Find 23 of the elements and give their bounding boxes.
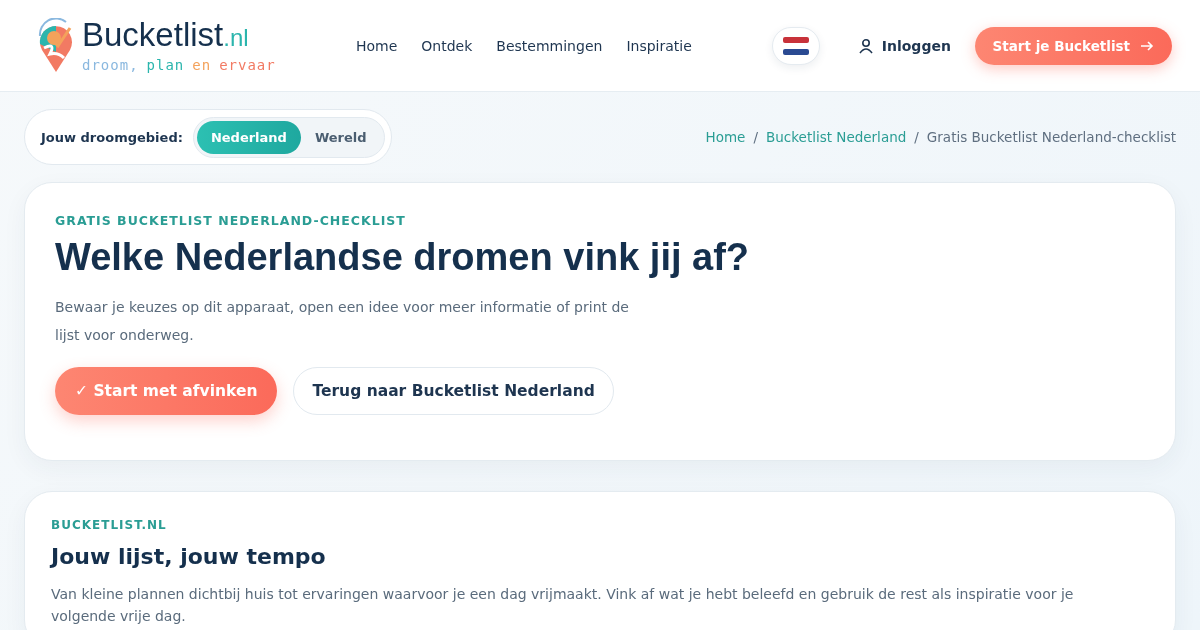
breadcrumb-separator: /: [914, 129, 919, 145]
eyebrow-label: BUCKETLIST.NL: [51, 518, 168, 532]
section-title: Jouw lijst, jouw tempo: [51, 544, 327, 569]
dutch-flag-icon: [782, 36, 809, 55]
arrow-right-icon: [1140, 39, 1154, 52]
intro-paragraph: Van kleine plannen dichtbij huis tot ervaringen waarvoor je een dag vrijmaakt. Vink af wat je hebt beleefd en gebruik de rest als inspiratie voor je volgende vrije dag.: [51, 585, 1075, 626]
hero-title: Welke Nederlandse dromen vink jij af?: [55, 236, 751, 279]
eyebrow-label: GRATIS BUCKETLIST NEDERLAND-CHECKLIST: [55, 213, 407, 228]
region-label: Jouw droomgebied:: [41, 129, 183, 145]
nav-link[interactable]: Inspiratie: [626, 37, 692, 54]
logo-tagline: droom, plan en ervaar: [82, 57, 276, 73]
breadcrumb-separator: /: [753, 129, 758, 145]
page-title-text: Gratis Bucketlist Nederland-checklist: [926, 129, 1176, 145]
hero-description: Bewaar je keuzes op dit apparaat, open een idee voor meer informatie of print de lijst voor onderweg.: [55, 298, 630, 345]
language-button[interactable]: [771, 26, 820, 65]
nav-link[interactable]: Home: [356, 37, 398, 54]
logo-wordmark[interactable]: Bucketlist.nl: [82, 18, 276, 55]
user-icon: [857, 37, 874, 54]
back-button[interactable]: Terug naar Bucketlist Nederland: [293, 367, 614, 415]
region-option[interactable]: Wereld: [300, 120, 381, 154]
nav-link[interactable]: Bestemmingen: [496, 37, 603, 54]
login-link[interactable]: Inloggen: [857, 37, 951, 54]
nav-link[interactable]: Ontdek: [421, 37, 473, 54]
